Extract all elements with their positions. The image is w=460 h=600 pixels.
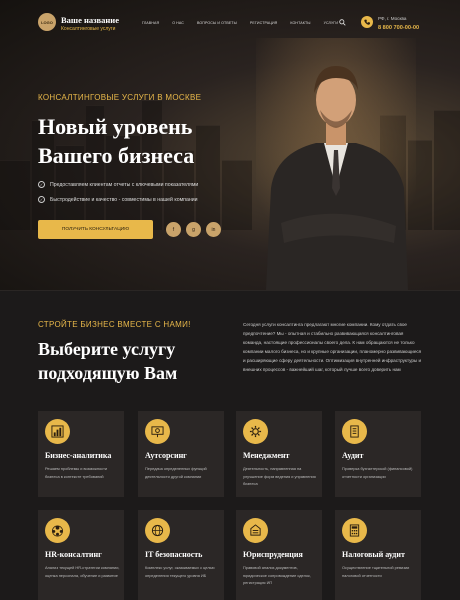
nav-item-registration[interactable]: РЕГИСТРАЦИЯ bbox=[250, 21, 277, 25]
service-card-title: Юриспруденция bbox=[243, 550, 303, 559]
team-icon bbox=[45, 518, 70, 543]
service-card-text: Передача определенных функций деятельнос… bbox=[145, 466, 207, 479]
site-header: LOGO Ваше название Консалтинговые услуги… bbox=[0, 0, 460, 44]
service-card-audit[interactable]: Аудит Проверка бухгалтерской (финансовой… bbox=[335, 411, 421, 497]
service-card-title: IT безопасность bbox=[145, 550, 203, 559]
facebook-icon[interactable]: f bbox=[166, 222, 181, 237]
get-consultation-button[interactable]: ПОЛУЧИТЬ КОНСУЛЬТАЦИЮ bbox=[38, 220, 153, 239]
hero-bullet-text: Быстродействие и качество - совместимы в… bbox=[50, 196, 198, 203]
search-icon[interactable] bbox=[339, 19, 346, 26]
logo[interactable]: LOGO bbox=[38, 13, 56, 31]
nav-item-faq[interactable]: ВОПРОСЫ И ОТВЕТЫ bbox=[197, 21, 237, 25]
phone-number[interactable]: 8 800 700-00-00 bbox=[378, 25, 419, 31]
service-card-hr-consulting[interactable]: HR-консалтинг Анализ текущей HR-стратеги… bbox=[38, 510, 124, 600]
globe-icon bbox=[145, 518, 170, 543]
service-card-text: Решаем проблемы и возможности бизнеса в … bbox=[45, 466, 108, 479]
services-title: Выберите услугу подходящую Вам bbox=[38, 337, 238, 385]
check-icon: ✓ bbox=[38, 181, 45, 188]
hero-kicker: КОНСАЛТИНГОВЫЕ УСЛУГИ В МОСКВЕ bbox=[38, 93, 202, 102]
city-label: РФ, г. Москва bbox=[378, 16, 407, 21]
service-card-text: Правовой анализ документов, юридическое … bbox=[243, 565, 311, 585]
service-card-management[interactable]: Менеджмент Деятельность, направленная на… bbox=[236, 411, 322, 497]
service-card-title: Аутсорсинг bbox=[145, 451, 187, 460]
hero-bullet: ✓ Быстродействие и качество - совместимы… bbox=[38, 196, 198, 203]
service-card-tax-audit[interactable]: Налоговый аудит Осуществление тщательной… bbox=[335, 510, 421, 600]
services-description: Сегодня услуги консалтинга предлагают мн… bbox=[243, 322, 422, 372]
service-card-text: Комплекс услуг, оказываемых с целью опре… bbox=[145, 565, 215, 578]
nav-item-services[interactable]: УСЛУГИ bbox=[324, 21, 339, 25]
hero-title-line1: Новый уровень bbox=[38, 114, 193, 139]
presentation-icon bbox=[145, 419, 170, 444]
main-nav: ГЛАВНАЯ О НАС ВОПРОСЫ И ОТВЕТЫ РЕГИСТРАЦ… bbox=[142, 21, 351, 25]
hero-title: Новый уровень Вашего бизнеса bbox=[38, 112, 268, 170]
google-icon[interactable]: g bbox=[186, 222, 201, 237]
nav-item-home[interactable]: ГЛАВНАЯ bbox=[142, 21, 159, 25]
hero-bullet: ✓ Предоставляем клиентам отчеты с ключев… bbox=[38, 181, 198, 188]
service-card-outsourcing[interactable]: Аутсорсинг Передача определенных функций… bbox=[138, 411, 224, 497]
service-card-title: Налоговый аудит bbox=[342, 550, 405, 559]
brand-subtitle: Консалтинговые услуги bbox=[61, 26, 116, 32]
businessman-photo bbox=[256, 38, 416, 290]
services-title-line1: Выберите услугу bbox=[38, 339, 176, 359]
services-title-line2: подходящую Вам bbox=[38, 363, 178, 383]
brand-name[interactable]: Ваше название bbox=[61, 15, 119, 25]
service-card-title: Бизнес-аналитика bbox=[45, 451, 112, 460]
law-icon bbox=[243, 518, 268, 543]
check-icon: ✓ bbox=[38, 196, 45, 203]
document-icon bbox=[342, 419, 367, 444]
service-card-title: HR-консалтинг bbox=[45, 550, 102, 559]
hero-section: LOGO Ваше название Консалтинговые услуги… bbox=[0, 0, 460, 290]
service-card-it-security[interactable]: IT безопасность Комплекс услуг, оказывае… bbox=[138, 510, 224, 600]
services-kicker: СТРОЙТЕ БИЗНЕС ВМЕСТЕ С НАМИ! bbox=[38, 320, 191, 329]
service-card-jurisprudence[interactable]: Юриспруденция Правовой анализ документов… bbox=[236, 510, 322, 600]
service-card-title: Менеджмент bbox=[243, 451, 290, 460]
gear-icon bbox=[243, 419, 268, 444]
phone-icon[interactable] bbox=[361, 16, 373, 28]
chart-icon bbox=[45, 419, 70, 444]
service-card-text: Осуществление тщательной ревизии налогов… bbox=[342, 565, 410, 578]
service-card-text: Проверка бухгалтерской (финансовой) отче… bbox=[342, 466, 413, 479]
hero-title-line2: Вашего бизнеса bbox=[38, 143, 195, 168]
hero-bullet-text: Предоставляем клиентам отчеты с ключевым… bbox=[50, 181, 199, 188]
calculator-icon bbox=[342, 518, 367, 543]
service-card-text: Деятельность, направленная на улучшение … bbox=[243, 466, 316, 486]
service-card-title: Аудит bbox=[342, 451, 364, 460]
service-card-text: Анализ текущей HR-стратегии компании, оц… bbox=[45, 565, 120, 578]
nav-item-about[interactable]: О НАС bbox=[172, 21, 184, 25]
linkedin-icon[interactable]: in bbox=[206, 222, 221, 237]
service-card-business-analytics[interactable]: Бизнес-аналитика Решаем проблемы и возмо… bbox=[38, 411, 124, 497]
nav-item-contacts[interactable]: КОНТАКТЫ bbox=[290, 21, 310, 25]
section-divider bbox=[0, 290, 460, 291]
